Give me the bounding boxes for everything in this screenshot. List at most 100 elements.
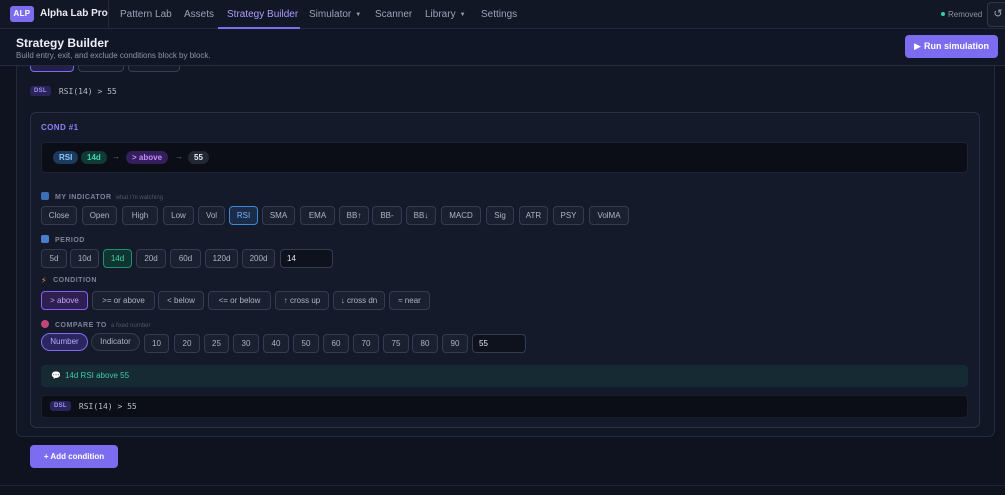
compare-value-chip-75[interactable]: 75	[383, 334, 409, 353]
condition-chip-3[interactable]: <= or below	[208, 291, 271, 310]
nav-item-strategy-builder[interactable]: Strategy Builder	[227, 9, 298, 20]
indicator-chip-10[interactable]: BB↓	[406, 206, 436, 225]
nav-item-simulator[interactable]: Simulator ▼	[309, 9, 361, 20]
compare-value-chip-60[interactable]: 60	[323, 334, 349, 353]
compare-value-chip-25[interactable]: 25	[204, 334, 229, 353]
compare-value-chip-80[interactable]: 80	[412, 334, 438, 353]
logo-badge: ALP	[10, 6, 34, 22]
indicator-chip-6[interactable]: SMA	[262, 206, 295, 225]
period-label: PERIOD	[41, 235, 85, 244]
indicator-chip-3[interactable]: Low	[163, 206, 194, 225]
target-icon	[41, 320, 49, 328]
indicator-chip-9[interactable]: BB-	[372, 206, 402, 225]
compare-value-chip-20[interactable]: 20	[174, 334, 200, 353]
summary-value-pill: 55	[188, 151, 209, 164]
indicator-chip-1[interactable]: Open	[82, 206, 117, 225]
indicator-chip-5[interactable]: RSI	[229, 206, 258, 225]
summary-indicator-pill: RSI	[53, 151, 79, 164]
lightning-icon: ⚡	[41, 276, 48, 285]
condition-chip-4[interactable]: ↑ cross up	[275, 291, 329, 310]
section-hint: what I'm watching	[115, 195, 164, 201]
indicator-chip-7[interactable]: EMA	[300, 206, 335, 225]
chevron-down-icon: ▼	[459, 12, 466, 18]
refresh-icon[interactable]: ↺	[987, 2, 1005, 27]
condition-title: COND #1	[41, 123, 79, 132]
period-input[interactable]: 14	[280, 249, 333, 268]
compare-value-chip-30[interactable]: 30	[233, 334, 259, 353]
top-nav: ALP Alpha Lab Pro Pattern Lab Assets Str…	[0, 0, 1005, 29]
compare-value-chip-10[interactable]: 10	[144, 334, 169, 353]
summary-condition-pill: > above	[126, 151, 169, 164]
dsl-expression: RSI(14) > 55	[58, 86, 117, 96]
compare-value-input[interactable]: 55	[472, 334, 526, 353]
dsl-badge: DSL	[30, 86, 51, 96]
indicator-chip-2[interactable]: High	[122, 206, 158, 225]
period-chip-5d[interactable]: 5d	[41, 249, 67, 268]
compare-value-chip-70[interactable]: 70	[353, 334, 379, 353]
compare-value-chip-50[interactable]: 50	[293, 334, 319, 353]
indicator-chip-8[interactable]: BB↑	[339, 206, 369, 225]
block-dsl-preview: DSL RSI(14) > 55	[30, 86, 117, 96]
period-chip-60d[interactable]: 60d	[170, 249, 201, 268]
condition-chip-0[interactable]: > above	[41, 291, 88, 310]
indicator-chip-15[interactable]: VolMA	[589, 206, 629, 225]
compare-value-chip-40[interactable]: 40	[263, 334, 289, 353]
chart-icon	[41, 192, 49, 200]
period-chip-120d[interactable]: 120d	[205, 249, 238, 268]
section-title: COMPARE TO	[55, 322, 107, 329]
indicator-chip-11[interactable]: MACD	[441, 206, 481, 225]
indicator-chip-12[interactable]: Sig	[486, 206, 514, 225]
section-hint: a fixed number	[110, 323, 151, 329]
my-indicator-label: MY INDICATOR what I'm watching	[41, 192, 163, 201]
nav-item-label: Library	[425, 9, 456, 20]
page-header: Strategy Builder Build entry, exit, and …	[0, 29, 1005, 66]
condition-label: ⚡ CONDITION	[41, 277, 97, 285]
period-chip-20d[interactable]: 20d	[136, 249, 166, 268]
status-dot-icon	[941, 12, 945, 16]
compare-to-label: COMPARE TO a fixed number	[41, 320, 151, 329]
add-condition-button[interactable]: + Add condition	[30, 445, 118, 468]
arrow-right-icon: →	[175, 152, 183, 161]
condition-chip-6[interactable]: ≈ near	[389, 291, 430, 310]
run-simulation-button[interactable]: ▶ Run simulation	[905, 35, 998, 58]
chevron-down-icon: ▼	[355, 12, 362, 18]
nav-item-pattern-lab[interactable]: Pattern Lab	[120, 9, 172, 20]
period-chip-14d[interactable]: 14d	[103, 249, 132, 268]
nav-item-library[interactable]: Library ▼	[425, 9, 466, 20]
nav-item-assets[interactable]: Assets	[184, 9, 214, 20]
condition-chip-5[interactable]: ↓ cross dn	[333, 291, 385, 310]
speech-bubble-icon: 💬	[51, 371, 61, 380]
page-subtitle: Build entry, exit, and exclude condition…	[16, 51, 211, 60]
compare-mode-number[interactable]: Number	[41, 333, 88, 351]
summary-period-pill: 14d	[81, 151, 107, 164]
nav-item-label: Scanner	[375, 9, 413, 20]
calendar-icon	[41, 235, 49, 243]
condition-description: 💬 14d RSI above 55	[41, 365, 968, 387]
arrow-right-icon: →	[112, 152, 120, 161]
nav-item-settings[interactable]: Settings	[481, 9, 517, 20]
compare-value-chip-90[interactable]: 90	[442, 334, 468, 353]
condition-chip-1[interactable]: >= or above	[92, 291, 155, 310]
dsl-badge: DSL	[50, 401, 71, 411]
app-title: Alpha Lab Pro	[40, 8, 108, 19]
indicator-chip-14[interactable]: PSY	[553, 206, 584, 225]
period-chip-200d[interactable]: 200d	[242, 249, 275, 268]
condition-chip-2[interactable]: < below	[158, 291, 204, 310]
condition-dsl-preview: DSL RSI(14) > 55	[50, 401, 137, 411]
condition-dsl-bar	[41, 395, 968, 418]
nav-item-label: Strategy Builder	[227, 9, 299, 20]
indicator-chip-4[interactable]: Vol	[198, 206, 225, 225]
page-title: Strategy Builder	[16, 36, 109, 50]
section-divider	[0, 485, 1005, 486]
nav-item-label: Assets	[184, 9, 215, 20]
section-title: PERIOD	[55, 237, 85, 244]
connection-status: Removed	[941, 10, 982, 19]
period-chip-10d[interactable]: 10d	[70, 249, 99, 268]
indicator-chip-0[interactable]: Close	[41, 206, 77, 225]
indicator-chip-13[interactable]: ATR	[519, 206, 548, 225]
compare-mode-indicator[interactable]: Indicator	[91, 333, 140, 351]
play-icon: ▶	[914, 41, 921, 51]
section-title: MY INDICATOR	[55, 194, 112, 201]
dsl-expression: RSI(14) > 55	[78, 401, 137, 411]
nav-item-scanner[interactable]: Scanner	[375, 9, 412, 20]
